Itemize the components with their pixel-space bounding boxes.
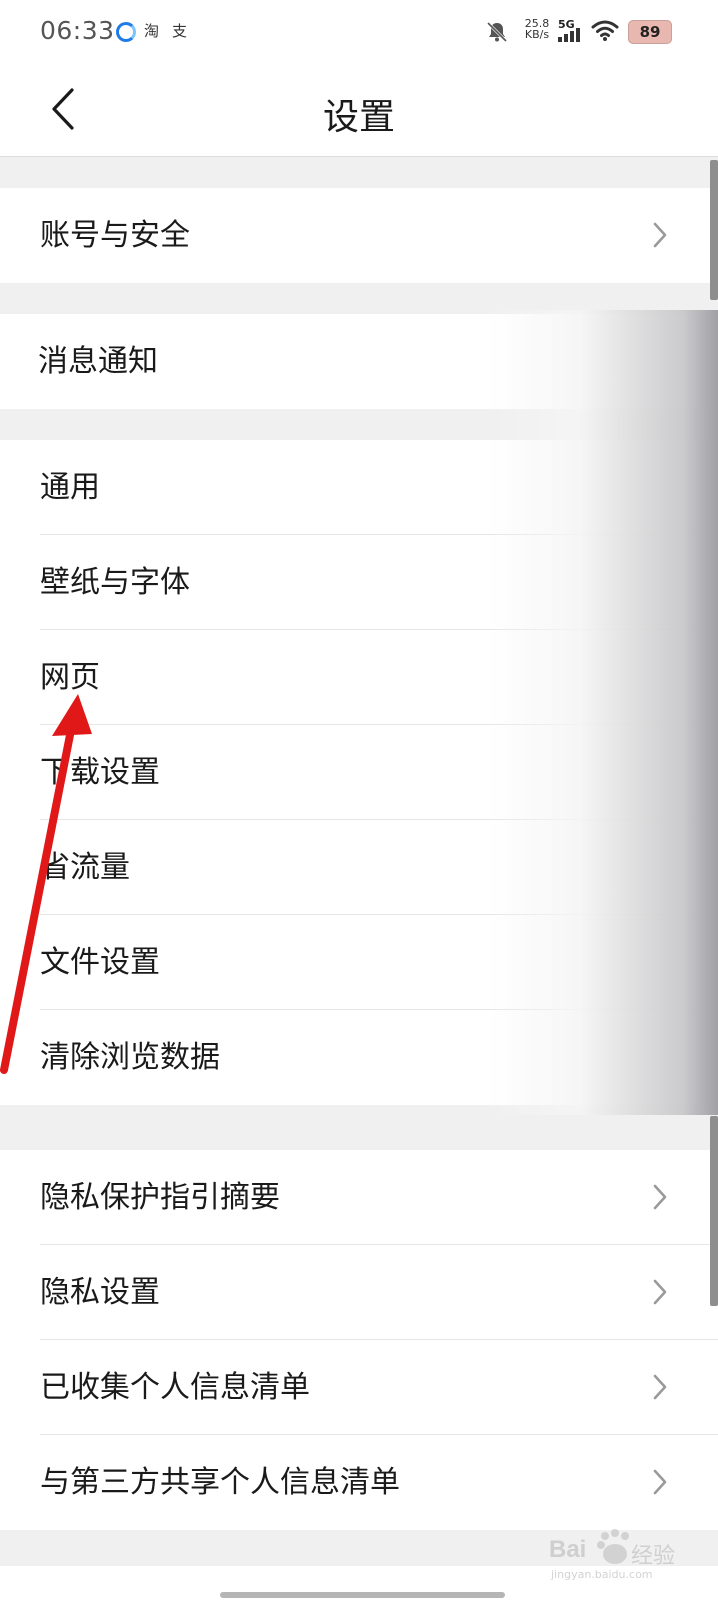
settings-item-download[interactable]: 下载设置 bbox=[0, 725, 718, 820]
settings-item-privacy-summary[interactable]: 隐私保护指引摘要 bbox=[0, 1150, 718, 1245]
network-speed: 25.8 KB/s bbox=[520, 18, 554, 40]
chevron-right-icon bbox=[653, 1279, 667, 1305]
settings-item-wallpaper-font[interactable]: 壁纸与字体 bbox=[0, 535, 718, 630]
chevron-right-icon bbox=[653, 1184, 667, 1210]
settings-item-label: 已收集个人信息清单 bbox=[40, 1370, 310, 1405]
settings-item-label: 账号与安全 bbox=[40, 218, 190, 253]
browser-app-icon bbox=[116, 22, 136, 42]
settings-group-general: 通用 壁纸与字体 网页 下载设置 省流量 文件设置 清除浏览数据 bbox=[0, 440, 718, 1105]
settings-item-label: 消息通知 bbox=[38, 344, 158, 379]
chevron-right-icon bbox=[653, 1469, 667, 1495]
settings-item-file-settings[interactable]: 文件设置 bbox=[0, 915, 718, 1010]
network-speed-unit: KB/s bbox=[524, 28, 550, 41]
battery-indicator: 89 bbox=[628, 20, 672, 44]
settings-item-label: 隐私设置 bbox=[40, 1275, 160, 1310]
alipay-app-icon: 支 bbox=[172, 22, 188, 40]
home-indicator[interactable] bbox=[220, 1592, 505, 1598]
navigation-header: 设置 bbox=[0, 64, 718, 157]
settings-item-privacy-settings[interactable]: 隐私设置 bbox=[0, 1245, 718, 1340]
settings-item-webpage[interactable]: 网页 bbox=[0, 630, 718, 725]
settings-group-account: 账号与安全 bbox=[0, 188, 718, 283]
chevron-right-icon bbox=[653, 1374, 667, 1400]
page-title: 设置 bbox=[322, 97, 395, 138]
settings-item-account-security[interactable]: 账号与安全 bbox=[0, 188, 718, 283]
settings-group-privacy: 隐私保护指引摘要 隐私设置 已收集个人信息清单 与第三方共享个人信息清单 bbox=[0, 1150, 718, 1530]
chevron-right-icon bbox=[653, 222, 667, 248]
settings-item-label: 网页 bbox=[40, 660, 100, 695]
settings-item-notifications[interactable]: 消息通知 bbox=[0, 314, 718, 409]
signal-icon bbox=[558, 28, 580, 42]
settings-screen: 06:33 淘 支 25.8 KB/s 5G 89 设置 账号与安全 消息通知 … bbox=[0, 0, 718, 1600]
settings-item-clear-browsing-data[interactable]: 清除浏览数据 bbox=[0, 1010, 718, 1105]
mute-bell-icon bbox=[486, 21, 508, 43]
scrollbar-thumb[interactable] bbox=[710, 160, 718, 300]
settings-item-label: 壁纸与字体 bbox=[40, 565, 190, 600]
settings-item-label: 文件设置 bbox=[40, 945, 160, 980]
watermark-brand-cn: 经验 bbox=[631, 1544, 676, 1569]
settings-item-general[interactable]: 通用 bbox=[0, 440, 718, 535]
settings-item-label: 通用 bbox=[40, 470, 100, 505]
watermark-url: jingyan.baidu.com bbox=[551, 1568, 653, 1581]
settings-group-notifications: 消息通知 bbox=[0, 314, 718, 409]
taobao-app-icon: 淘 bbox=[144, 22, 160, 40]
baidu-jingyan-watermark: Bai 经验 jingyan.baidu.com bbox=[545, 1528, 695, 1584]
wifi-icon bbox=[591, 20, 619, 41]
settings-item-label: 下载设置 bbox=[40, 755, 160, 790]
settings-item-label: 清除浏览数据 bbox=[40, 1040, 220, 1075]
settings-item-label: 省流量 bbox=[40, 850, 130, 885]
scrollbar-thumb-lower[interactable] bbox=[710, 1116, 718, 1306]
status-bar: 06:33 淘 支 25.8 KB/s 5G 89 bbox=[0, 0, 718, 64]
status-time: 06:33 bbox=[40, 16, 115, 45]
settings-item-collected-info[interactable]: 已收集个人信息清单 bbox=[0, 1340, 718, 1435]
watermark-brand: Bai bbox=[549, 1536, 587, 1563]
settings-item-label: 与第三方共享个人信息清单 bbox=[40, 1465, 400, 1500]
settings-item-label: 隐私保护指引摘要 bbox=[40, 1180, 280, 1215]
settings-item-third-party-sharing[interactable]: 与第三方共享个人信息清单 bbox=[0, 1435, 718, 1530]
settings-item-data-saver[interactable]: 省流量 bbox=[0, 820, 718, 915]
